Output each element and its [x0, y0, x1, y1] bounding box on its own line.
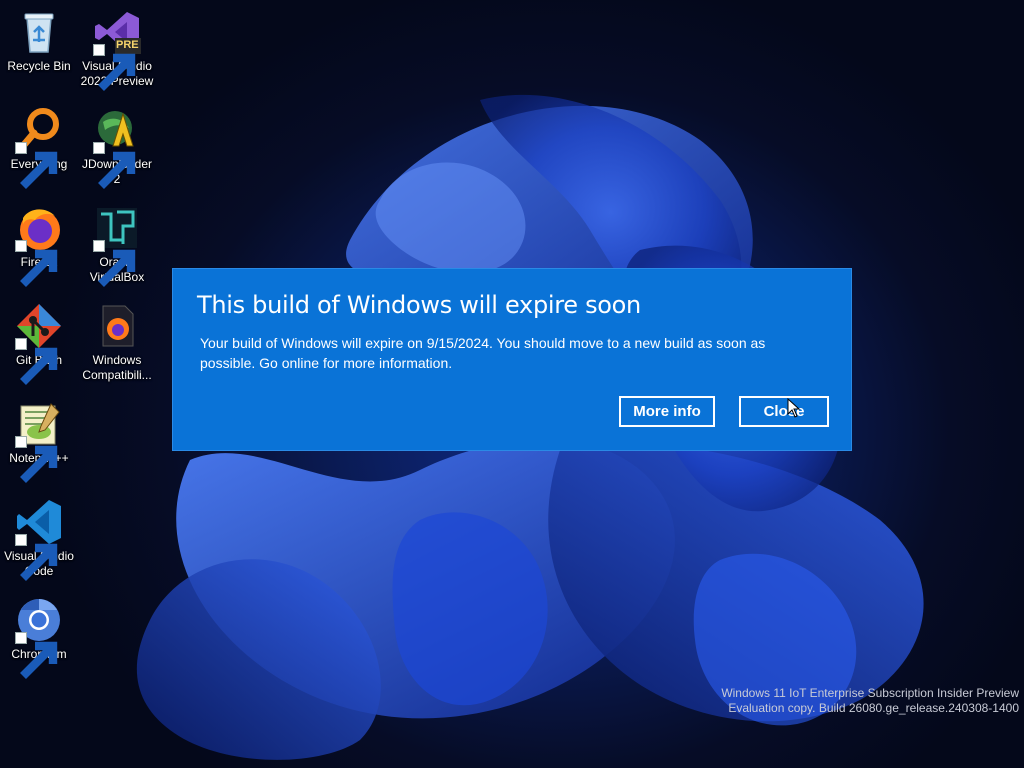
virtualbox-icon: [93, 204, 141, 287]
desktop-icon-everything[interactable]: Everything: [2, 104, 76, 189]
desktop-icon-git-bash[interactable]: Git Bash: [2, 300, 76, 385]
close-button[interactable]: Close: [739, 396, 829, 427]
more-info-button[interactable]: More info: [619, 396, 715, 427]
shortcut-arrow-icon: [15, 338, 58, 385]
shortcut-arrow-icon: [15, 142, 58, 189]
everything-search-icon: [15, 106, 63, 189]
firefox-icon: [15, 204, 63, 287]
shortcut-arrow-icon: [93, 142, 136, 189]
shortcut-arrow-icon: [15, 534, 58, 581]
desktop-icon-jdownloader[interactable]: JDownloader 2: [80, 104, 154, 189]
git-bash-icon: [15, 302, 63, 385]
evaluation-watermark: Windows 11 IoT Enterprise Subscription I…: [721, 686, 1019, 716]
desktop: Recycle Bin PRE Visual Studio 2022 Previ…: [0, 0, 1024, 768]
jdownloader-icon: [93, 106, 141, 189]
desktop-icon-recycle-bin[interactable]: Recycle Bin: [2, 6, 76, 74]
recycle-bin-icon: [15, 8, 63, 56]
desktop-icon-chromium[interactable]: Chromium: [2, 594, 76, 679]
shortcut-arrow-icon: [93, 240, 136, 287]
watermark-edition: Windows 11 IoT Enterprise Subscription I…: [721, 686, 1019, 700]
desktop-icon-vscode[interactable]: Visual Studio Code: [2, 496, 76, 581]
dialog-message: Your build of Windows will expire on 9/1…: [200, 335, 766, 371]
visual-studio-preview-icon: PRE: [93, 8, 141, 91]
desktop-icon-windows-compatibility[interactable]: Windows Compatibili...: [80, 300, 154, 383]
shortcut-arrow-icon: [15, 240, 58, 287]
shortcut-arrow-icon: [15, 436, 58, 483]
shortcut-arrow-icon: [93, 44, 136, 91]
chromium-icon: [15, 596, 63, 679]
shortcut-arrow-icon: [15, 632, 58, 679]
dialog-title: This build of Windows will expire soon: [197, 291, 641, 319]
desktop-icon-notepad-plus-plus[interactable]: Notepad++: [2, 398, 76, 483]
build-expiration-dialog: This build of Windows will expire soon Y…: [172, 268, 852, 451]
windows-compatibility-icon: [93, 302, 141, 350]
mouse-pointer-icon: [787, 398, 801, 418]
desktop-icon-firefox[interactable]: Firefox: [2, 202, 76, 287]
vscode-icon: [15, 498, 63, 581]
notepad-plus-plus-icon: [15, 400, 63, 483]
icon-label: Recycle Bin: [7, 59, 71, 73]
desktop-icon-visual-studio-preview[interactable]: PRE Visual Studio 2022 Preview: [80, 6, 154, 91]
desktop-icon-virtualbox[interactable]: Oracle VirtualBox: [80, 202, 154, 287]
watermark-build: Evaluation copy. Build 26080.ge_release.…: [728, 701, 1019, 715]
icon-label: Windows Compatibili...: [82, 353, 152, 382]
